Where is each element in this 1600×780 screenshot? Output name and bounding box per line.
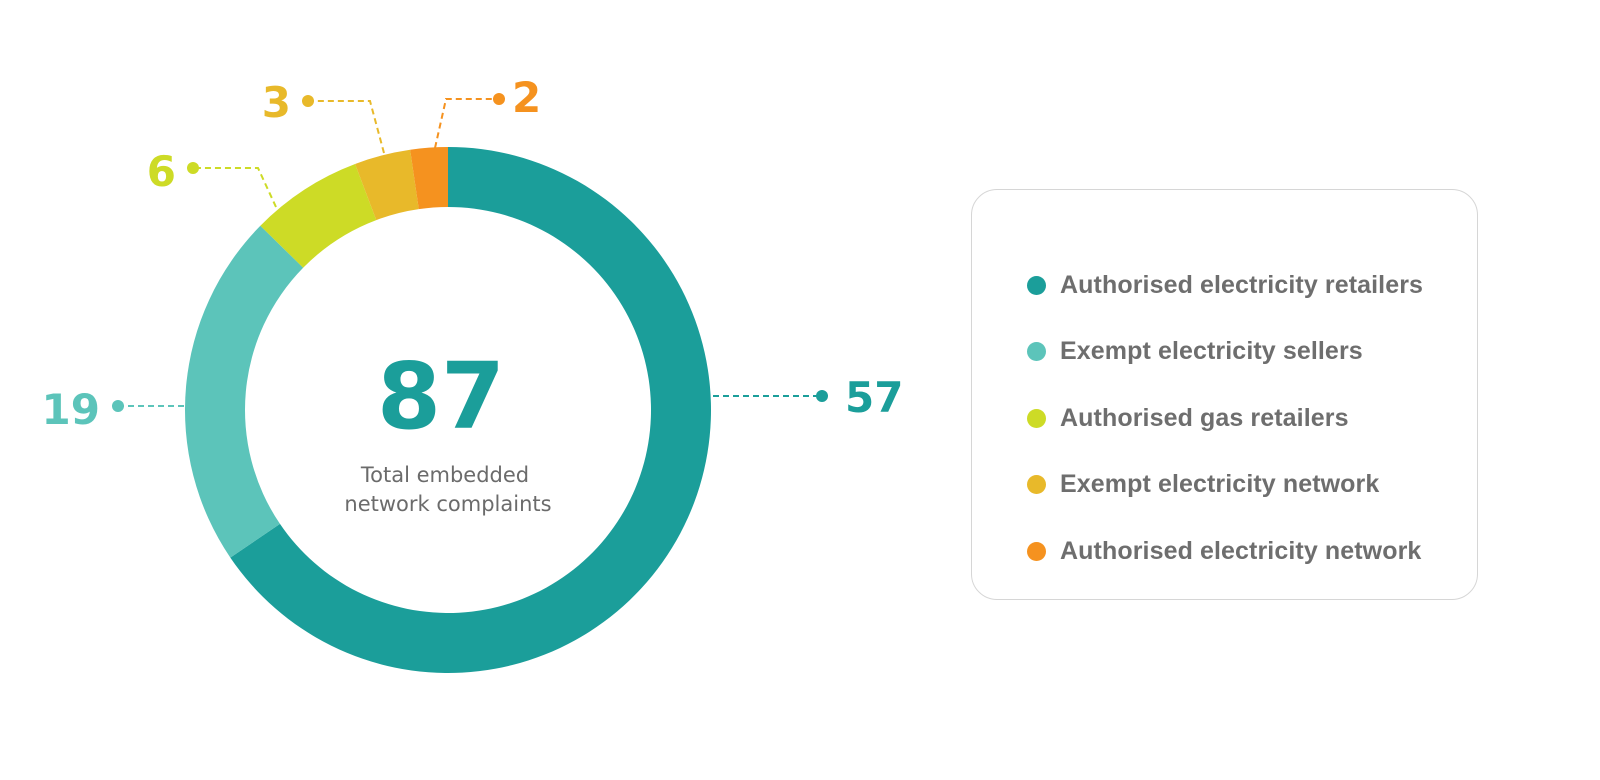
value-label: 6 — [147, 147, 176, 196]
leader-dot — [302, 95, 314, 107]
legend-label: Exempt electricity network — [1060, 470, 1380, 499]
legend-item: Authorised gas retailers — [1027, 385, 1423, 452]
donut-slice — [184, 225, 304, 558]
legend-label: Authorised electricity retailers — [1060, 270, 1424, 299]
legend: Authorised electricity retailers Exempt e… — [971, 189, 1478, 600]
leader-dot — [816, 390, 828, 402]
legend-swatch-icon — [1027, 408, 1046, 428]
leader-dot — [493, 93, 505, 105]
leader-line — [434, 98, 499, 149]
leader-dot — [187, 162, 199, 174]
legend-swatch-icon — [1027, 475, 1046, 495]
legend-item: Exempt electricity network — [1027, 452, 1423, 519]
total-caption-line1: Total embedded — [360, 463, 529, 487]
legend-item: Authorised electricity retailers — [1027, 252, 1423, 319]
value-label: 19 — [42, 385, 100, 434]
legend-item: Authorised electricity network — [1027, 518, 1423, 585]
value-label: 3 — [262, 78, 291, 127]
leader-line — [308, 100, 385, 154]
legend-label: Authorised gas retailers — [1060, 403, 1349, 432]
total-caption-line2: network complaints — [344, 492, 551, 516]
legend-swatch-icon — [1027, 275, 1046, 295]
legend-item: Exempt electricity sellers — [1027, 319, 1423, 386]
leader-dot — [112, 400, 124, 412]
legend-swatch-icon — [1027, 342, 1046, 362]
legend-label: Exempt electricity sellers — [1060, 337, 1363, 366]
legend-swatch-icon — [1027, 541, 1046, 561]
leader-line — [193, 167, 277, 208]
value-label: 2 — [512, 73, 541, 122]
legend-list: Authorised electricity retailers Exempt e… — [1027, 252, 1423, 585]
total-value: 87 — [377, 343, 505, 450]
legend-label: Authorised electricity network — [1060, 536, 1422, 565]
value-label: 57 — [845, 373, 903, 422]
